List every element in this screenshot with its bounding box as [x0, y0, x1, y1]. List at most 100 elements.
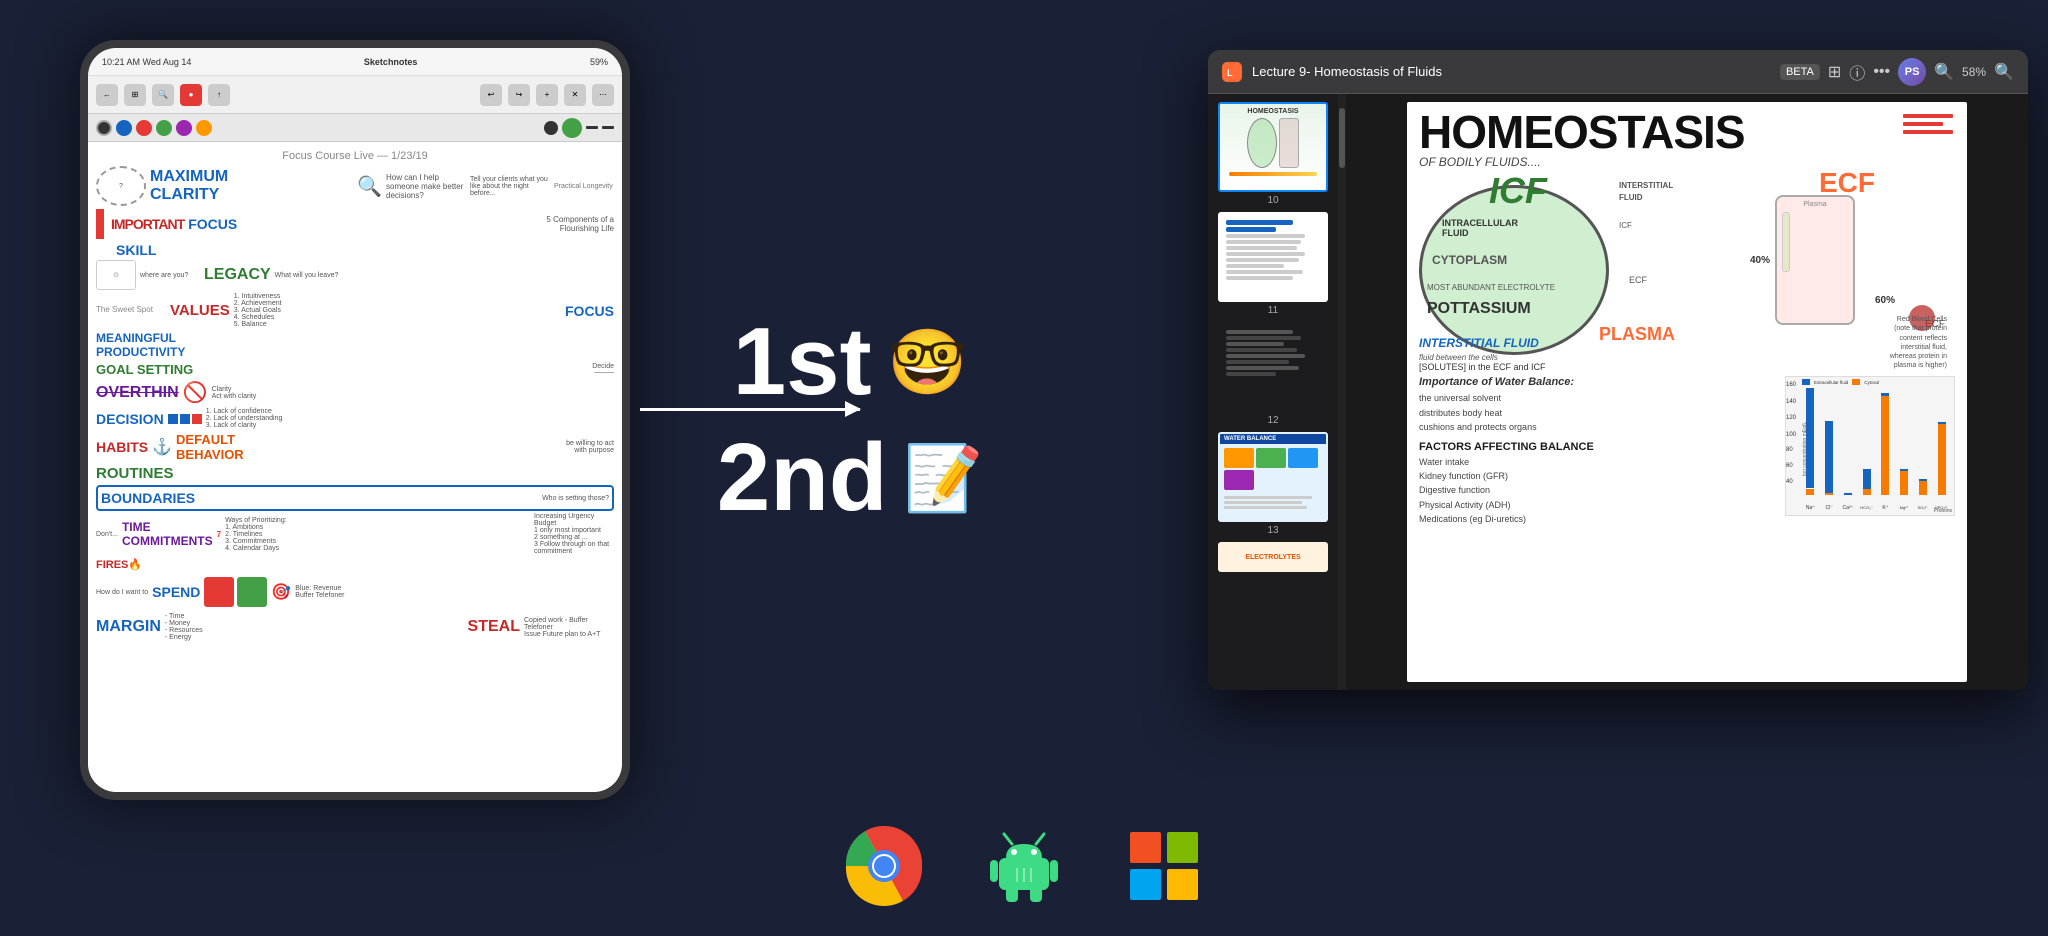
add-btn[interactable]: + [536, 84, 558, 106]
sketch-legacy: LEGACY [204, 266, 271, 284]
thumb-num-11: 11 [1268, 305, 1278, 316]
sketch-boundaries: BOUNDARIES [101, 490, 195, 506]
interstitial-big-label: INTERSTITIAL FLUID [1419, 336, 1539, 350]
sketch-margin: MARGIN [96, 618, 161, 636]
sketchnote-content: Focus Course Live — 1/23/19 ? MAXIMUMCLA… [88, 142, 622, 792]
close-btn[interactable]: ✕ [564, 84, 586, 106]
thumb-num-13: 13 [1267, 525, 1278, 536]
homeostasis-title: HOMEOSTASIS [1419, 106, 1745, 158]
sketch-steal: STEAL [468, 618, 520, 636]
sketch-margin-items: - Time- Money- Resources- Energy [165, 613, 464, 641]
window-controls: BETA ⊞ ⓘ ••• PS 🔍 58% 🔍 [1780, 58, 2014, 86]
thumbnail-10[interactable]: HOMEOSTASIS 10 [1214, 102, 1332, 206]
zoom-in-icon[interactable]: 🔍 [1994, 62, 2014, 82]
sketch-fires: FIRES🔥 [96, 558, 142, 571]
dot-small [544, 121, 558, 135]
grid-view-icon[interactable]: ⊞ [1828, 62, 1841, 82]
rank-2-text: 2nd [717, 430, 888, 526]
zoom-out-icon[interactable]: 🔍 [1934, 62, 1954, 82]
sketch-spend-note: Blue: RevenueBuffer Telefoner [295, 585, 614, 599]
thumbnail-electrolytes[interactable]: ELECTROLYTES [1214, 542, 1332, 572]
more-btn[interactable]: ⋯ [592, 84, 614, 106]
bar-chart: 160 140 120 100 80 60 40 [1785, 376, 1955, 516]
sketch-decide: Decide──── [197, 363, 614, 377]
sketch-practical: Practical Longevity [554, 183, 614, 190]
interstitial-fluid-label: INTERSTITIALFLUID [1619, 180, 1673, 202]
factors-title: FACTORS AFFECTING BALANCE [1419, 441, 1775, 453]
sketch-grid-icons [168, 414, 202, 424]
undo-btn[interactable]: ↩ [480, 84, 502, 106]
color-swatch-purple[interactable] [176, 120, 192, 136]
rbc-note: Red Blood Cells(note that proteincontent… [1890, 315, 1947, 370]
user-avatar[interactable]: PS [1898, 58, 1926, 86]
thumbnail-11[interactable]: 11 [1214, 212, 1332, 316]
factor-5: Medications (eg Di-uretics) [1419, 512, 1775, 526]
solutes-label: [SOLUTES] in the ECF and ICF [1419, 362, 1955, 372]
sketch-no-icon: 🚫 [183, 380, 208, 405]
fluid-between-cells: fluid between the cells [1419, 353, 1498, 362]
scrollbar[interactable] [1338, 94, 1346, 690]
color-swatch-green[interactable] [156, 120, 172, 136]
sketch-spend: SPEND [152, 584, 200, 600]
rank-1-text: 1st [733, 314, 872, 410]
rank-1-item: 1st 🤓 [733, 314, 967, 410]
app-window: L Lecture 9- Homeostasis of Fluids BETA … [1208, 50, 2028, 690]
info-icon[interactable]: ⓘ [1849, 60, 1865, 84]
plasma-bottom-label: PLASMA [1599, 324, 1675, 345]
window-titlebar: L Lecture 9- Homeostasis of Fluids BETA … [1208, 50, 2028, 94]
color-swatch-red[interactable] [136, 120, 152, 136]
search-btn[interactable]: 🔍 [152, 84, 174, 106]
rank-2-emoji: 📝 [903, 441, 983, 516]
icf-big-label: ICF [1489, 170, 1547, 212]
bar-mg [1896, 382, 1913, 495]
importance-item-1: the universal solvent [1419, 391, 1775, 405]
sketch-side-note2: where are you? [140, 272, 200, 279]
sketch-7: 7 [217, 530, 221, 539]
sketch-time-commit: TIMECOMMITMENTS [122, 520, 213, 548]
overflow-menu-icon[interactable]: ••• [1873, 63, 1890, 81]
rank-1-emoji: 🤓 [888, 325, 968, 400]
back-btn[interactable]: ← [96, 84, 118, 106]
sketch-5-components: 5 Components of aFlourishing Life [241, 215, 614, 233]
platform-icons-section [844, 826, 1204, 906]
color-swatch-black[interactable] [96, 120, 112, 136]
windows-icon [1124, 826, 1204, 906]
factor-2: Kidney function (GFR) [1419, 469, 1775, 483]
importance-item-2: distributes body heat [1419, 406, 1775, 420]
bars-container [1802, 382, 1950, 495]
beta-badge: BETA [1780, 64, 1820, 80]
bar-hco3 [1858, 382, 1875, 495]
sketch-meaningful: MEANINGFULPRODUCTIVITY [96, 331, 185, 359]
sketch-max-clarity: MAXIMUMCLARITY [150, 168, 353, 204]
record-btn[interactable]: ● [180, 84, 202, 106]
thumb-img-electrolytes: ELECTROLYTES [1218, 542, 1328, 572]
sketch-default-behavior: DEFAULTBEHAVIOR [176, 432, 244, 462]
color-swatch-blue[interactable] [116, 120, 132, 136]
redo-btn[interactable]: ↪ [508, 84, 530, 106]
importance-section: Importance of Water Balance: the univers… [1419, 376, 1775, 526]
sketch-how-spend: How do I want to [96, 589, 148, 596]
svg-text:L: L [1227, 68, 1233, 78]
share-btn[interactable]: ↑ [208, 84, 230, 106]
abundant-label: MOST ABUNDANT ELECTROLYTE [1427, 283, 1555, 292]
ipad-mockup: 10:21 AM Wed Aug 14 Sketchnotes 59% ← ⊞ … [80, 40, 630, 800]
sketch-legacy-note: What will you leave? [275, 272, 614, 279]
thumbnail-13[interactable]: WATER BALANCE 13 [1214, 432, 1332, 536]
page-header: HOMEOSTASIS [1419, 112, 1955, 153]
middle-section: 1st 🤓 2nd 📝 [640, 120, 1060, 720]
red-lines-deco [1903, 114, 1953, 134]
sidebar-thumbnails: HOMEOSTASIS 10 [1208, 94, 1338, 690]
scroll-thumb[interactable] [1339, 108, 1345, 168]
sketch-boxes [204, 577, 267, 607]
sketch-magnify-icon: 🔍 [357, 174, 382, 199]
thumbnail-12[interactable]: 12 [1214, 322, 1332, 426]
sketch-overthink: OVERTHIN [96, 384, 179, 402]
sketch-anchor-icon: ⚓ [152, 437, 172, 457]
sketch-side-note: Tell your clients what you like about th… [470, 176, 550, 197]
sketch-decision-note: 1. Lack of confidence2. Lack of understa… [206, 408, 614, 429]
thumb-num-10: 10 [1267, 195, 1278, 206]
sketch-habits: HABITS [96, 439, 148, 455]
homeostasis-page-content: HOMEOSTASIS OF BODILY FLUIDS.... [1407, 102, 1967, 682]
grid-btn[interactable]: ⊞ [124, 84, 146, 106]
color-swatch-orange[interactable] [196, 120, 212, 136]
